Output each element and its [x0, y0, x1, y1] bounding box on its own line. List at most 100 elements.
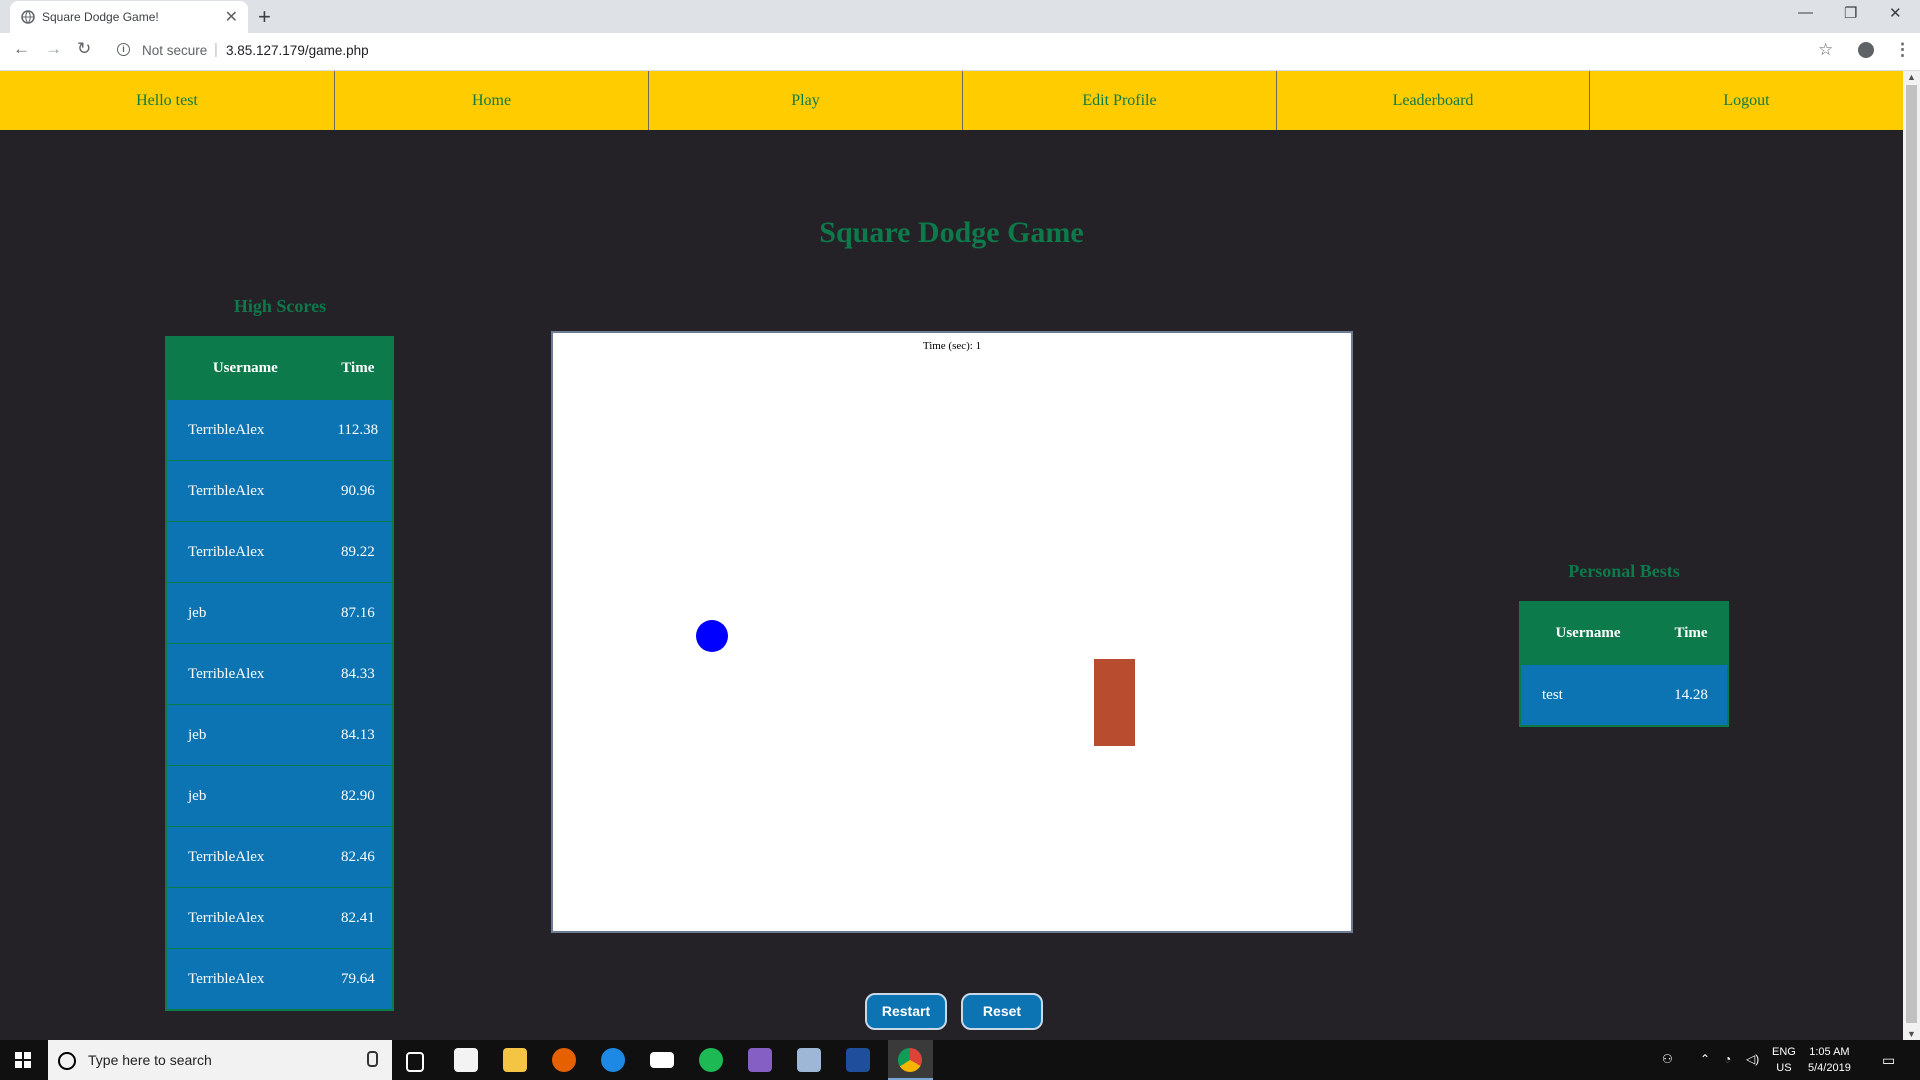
chrome-taskbar-button[interactable] [888, 1040, 933, 1080]
time-cell: 82.41 [323, 887, 393, 949]
nav-logout[interactable]: Logout [1589, 71, 1903, 130]
personal-bests-title: Personal Bests [1568, 561, 1680, 581]
url-separator: | [214, 41, 218, 58]
time-cell: 87.16 [323, 582, 393, 644]
browser-tab-bar: Square Dodge Game! ✕ + — ❐ ✕ [0, 0, 1920, 33]
security-label[interactable]: Not secure [142, 43, 207, 58]
file-explorer-icon[interactable] [503, 1048, 527, 1072]
time-cell: 84.33 [323, 643, 393, 705]
minimize-icon[interactable]: — [1798, 4, 1813, 21]
lang-code: ENG [1772, 1046, 1796, 1058]
time-cell: 90.96 [323, 460, 393, 522]
username-cell: TerribleAlex [166, 643, 324, 705]
username-cell: TerribleAlex [166, 826, 324, 888]
reset-button[interactable]: Reset [961, 993, 1043, 1030]
globe-icon [21, 10, 35, 24]
table-row: TerribleAlex 90.96 [166, 460, 393, 522]
notifications-icon[interactable]: ▭ [1882, 1052, 1895, 1069]
language-indicator[interactable]: ENG US [1772, 1044, 1796, 1076]
taskbar-search[interactable]: Type here to search [48, 1040, 392, 1080]
game-timer: Time (sec): 1 [922, 340, 982, 352]
time-header: Time [1655, 602, 1728, 665]
nav-play[interactable]: Play [648, 71, 962, 130]
clock-date: 5/4/2019 [1808, 1062, 1851, 1074]
scroll-up-icon[interactable]: ▲ [1907, 72, 1916, 82]
table-row: jeb 84.13 [166, 704, 393, 766]
taskbar: Type here to search ⚇ ⌃ ◔ ◁) ENG US 1:05… [0, 1040, 1920, 1080]
spotify-icon[interactable] [699, 1048, 723, 1072]
address-bar[interactable]: 3.85.127.179/game.php [226, 43, 369, 58]
browser-tab[interactable]: Square Dodge Game! ✕ [10, 1, 248, 33]
mail-icon[interactable] [650, 1052, 674, 1068]
new-tab-icon[interactable]: + [258, 4, 271, 30]
username-cell: TerribleAlex [166, 521, 324, 583]
forward-icon[interactable]: → [45, 39, 62, 59]
nav-greeting: Hello test [136, 92, 198, 109]
powershell-icon[interactable] [846, 1048, 870, 1072]
time-cell: 79.64 [323, 948, 393, 1010]
scrollbar-thumb[interactable] [1906, 85, 1917, 1023]
table-row: TerribleAlex 112.38 [166, 399, 393, 461]
wifi-icon[interactable]: ◔ [1724, 1052, 1731, 1066]
game-canvas[interactable]: Time (sec): 1 [551, 331, 1353, 933]
username-cell: jeb [166, 704, 324, 766]
info-icon[interactable]: i [117, 43, 130, 56]
table-row: TerribleAlex 84.33 [166, 643, 393, 705]
table-row: jeb 82.90 [166, 765, 393, 827]
high-scores-table: Username Time TerribleAlex 112.38 Terrible… [165, 336, 394, 1011]
player-ball [696, 620, 728, 652]
username-cell: jeb [166, 765, 324, 827]
people-icon[interactable]: ⚇ [1662, 1052, 1673, 1066]
username-header: Username [166, 337, 324, 400]
nav-leaderboard[interactable]: Leaderboard [1276, 71, 1589, 130]
page-scrollbar[interactable]: ▲ ▼ [1903, 71, 1920, 1040]
nav-edit-profile[interactable]: Edit Profile [962, 71, 1276, 130]
virtualbox-icon[interactable] [797, 1048, 821, 1072]
store-icon[interactable] [454, 1048, 478, 1072]
close-window-icon[interactable]: ✕ [1889, 4, 1902, 22]
username-cell: jeb [166, 582, 324, 644]
visual-studio-icon[interactable] [748, 1048, 772, 1072]
restart-button[interactable]: Restart [865, 993, 947, 1030]
bookmark-star-icon[interactable]: ☆ [1818, 40, 1833, 60]
username-cell: TerribleAlex [166, 399, 324, 461]
cortana-icon [58, 1052, 76, 1070]
close-tab-icon[interactable]: ✕ [225, 7, 238, 27]
scroll-down-icon[interactable]: ▼ [1907, 1029, 1916, 1039]
time-cell: 112.38 [323, 399, 393, 461]
nav-home[interactable]: Home [334, 71, 648, 130]
tab-title: Square Dodge Game! [42, 10, 159, 24]
time-cell: 82.46 [323, 826, 393, 888]
taskbar-clock[interactable]: 1:05 AM 5/4/2019 [1808, 1044, 1851, 1076]
lang-region: US [1776, 1062, 1792, 1074]
time-header: Time [323, 337, 393, 400]
table-row: TerribleAlex 82.46 [166, 826, 393, 888]
obstacle-block [1094, 659, 1135, 746]
volume-icon[interactable]: ◁) [1746, 1052, 1759, 1066]
reload-icon[interactable]: ↻ [77, 39, 91, 59]
clock-time: 1:05 AM [1809, 1046, 1850, 1058]
table-row: TerribleAlex 79.64 [166, 948, 393, 1010]
table-header-row: Username Time [166, 337, 393, 400]
microphone-icon[interactable] [367, 1051, 378, 1067]
table-header-row: Username Time [1520, 602, 1728, 665]
edge-icon[interactable] [601, 1048, 625, 1072]
high-scores-title: High Scores [233, 296, 327, 316]
chrome-icon [898, 1048, 922, 1072]
back-icon[interactable]: ← [13, 39, 30, 59]
account-icon[interactable] [1858, 42, 1874, 58]
time-cell: 84.13 [323, 704, 393, 766]
windows-start-icon[interactable] [15, 1052, 31, 1068]
table-row: test 14.28 [1520, 664, 1728, 726]
time-cell: 82.90 [323, 765, 393, 827]
username-cell: TerribleAlex [166, 460, 324, 522]
tray-chevron-icon[interactable]: ⌃ [1700, 1052, 1710, 1066]
restore-icon[interactable]: ❐ [1844, 4, 1857, 22]
browser-toolbar: ← → ↻ i Not secure | 3.85.127.179/game.p… [0, 33, 1920, 71]
personal-bests-table: Username Time test 14.28 [1519, 601, 1729, 727]
firefox-icon[interactable] [552, 1048, 576, 1072]
table-row: TerribleAlex 89.22 [166, 521, 393, 583]
task-view-icon[interactable] [406, 1052, 424, 1072]
username-cell: TerribleAlex [166, 948, 324, 1010]
browser-menu-icon[interactable]: ⋮ [1894, 40, 1911, 60]
